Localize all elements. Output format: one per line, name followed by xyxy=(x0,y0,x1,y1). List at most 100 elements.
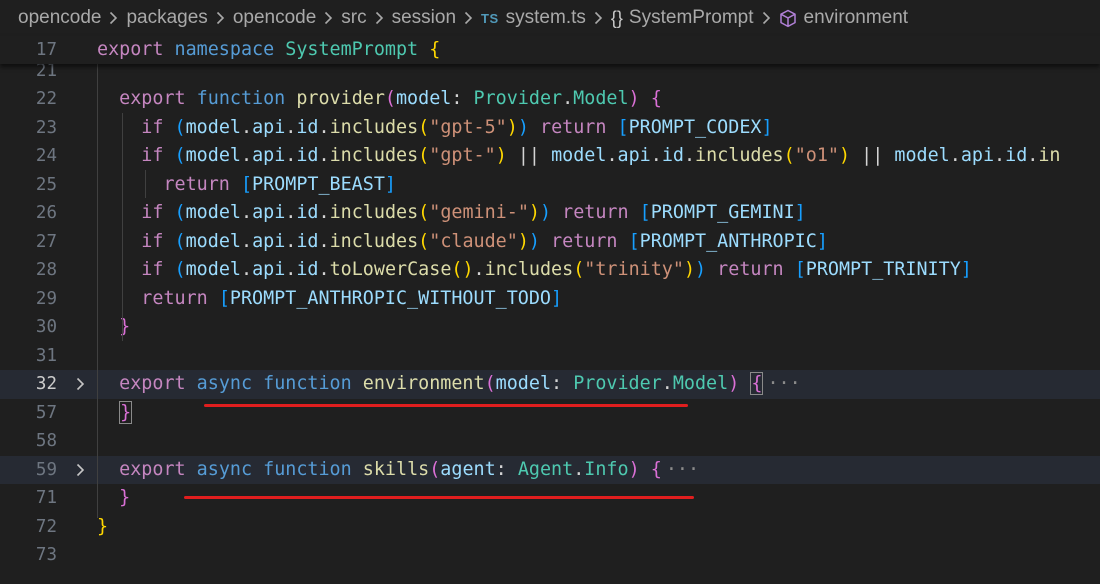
code-token: ) xyxy=(683,259,696,280)
code-text: } xyxy=(97,513,108,542)
code-line[interactable]: 26 if (model.api.id.includes("gemini-"))… xyxy=(0,199,1100,228)
breadcrumb-label: environment xyxy=(803,7,909,28)
line-number: 29 xyxy=(35,288,57,309)
breadcrumb-item[interactable]: opencode xyxy=(18,7,101,29)
code-token: api xyxy=(252,230,286,252)
breadcrumb-item[interactable]: packages xyxy=(126,7,207,29)
code-token: ) xyxy=(695,259,707,280)
breadcrumb-label: opencode xyxy=(232,7,317,28)
code-line[interactable]: 31 xyxy=(0,342,1100,371)
code-line[interactable]: 25 return [PROMPT_BEAST] xyxy=(0,171,1100,200)
code-token: ( xyxy=(174,202,186,223)
code-token: model xyxy=(495,373,552,394)
chevron-right-icon xyxy=(109,11,118,25)
code-line[interactable]: 22 export function provider(model: Provi… xyxy=(0,85,1100,114)
code-line[interactable]: 58 xyxy=(0,427,1100,456)
code-token: toLowerCase xyxy=(329,259,452,280)
code-token: . xyxy=(240,116,253,138)
code-token: agent xyxy=(440,458,496,480)
code-line[interactable]: 73 xyxy=(0,541,1100,570)
code-line[interactable]: 30 } xyxy=(0,313,1100,342)
code-line[interactable]: 29 return [PROMPT_ANTHROPIC_WITHOUT_TODO… xyxy=(0,285,1100,314)
code-token: . xyxy=(285,145,297,166)
code-text: return [PROMPT_BEAST] xyxy=(97,171,396,200)
code-line[interactable]: 23 if (model.api.id.includes("gpt-5")) r… xyxy=(0,114,1100,143)
code-token: async xyxy=(196,458,253,480)
code-token: ) xyxy=(517,230,529,252)
code-token: api xyxy=(960,145,995,166)
code-line[interactable]: 21 xyxy=(0,64,1100,85)
code-line[interactable]: 57 } xyxy=(0,399,1100,428)
code-token: } xyxy=(97,515,109,537)
line-number: 30 xyxy=(35,317,57,337)
code-token: id xyxy=(296,145,319,166)
code-token: ) xyxy=(728,373,740,394)
folded-ellipsis[interactable]: ··· xyxy=(767,373,800,394)
code-token: [ xyxy=(240,173,253,195)
sticky-scroll-header[interactable]: 17 export namespace SystemPrompt { xyxy=(0,36,1100,64)
code-token: . xyxy=(285,230,297,252)
breadcrumb-item[interactable]: {} SystemPrompt xyxy=(611,7,754,29)
code-token: "trinity" xyxy=(584,259,684,280)
chevron-right-icon xyxy=(324,11,333,25)
code-token: includes xyxy=(329,145,419,166)
code-text: if (model.api.id.includes("claude")) ret… xyxy=(97,228,828,257)
indent-guide-provider xyxy=(122,113,123,341)
code-line[interactable]: 59 export async function skills(agent: A… xyxy=(0,455,1100,485)
code-token: ) xyxy=(517,116,529,138)
code-token: . xyxy=(318,116,330,138)
code-line[interactable]: 24 if (model.api.id.includes("gpt-") || … xyxy=(0,142,1100,171)
code-token: model xyxy=(185,145,241,166)
code-token: SystemPrompt xyxy=(285,39,419,60)
code-token: export xyxy=(97,39,164,60)
code-token: ) xyxy=(528,230,540,252)
code-token: api xyxy=(252,116,286,138)
breadcrumb-item[interactable]: session xyxy=(392,7,456,29)
code-token: } xyxy=(119,400,133,424)
code-token: ( xyxy=(484,373,496,394)
code-token: export xyxy=(119,458,186,480)
code-text: } xyxy=(97,313,130,342)
code-editor[interactable]: 73 72} 71 } 59 export async function skills… xyxy=(0,64,1100,584)
code-token: includes xyxy=(329,116,419,138)
code-line[interactable]: 28 if (model.api.id.toLowerCase().includ… xyxy=(0,256,1100,285)
code-text: if (model.api.id.includes("gpt-5")) retu… xyxy=(97,114,772,143)
code-line[interactable]: 32 export async function environment(mod… xyxy=(0,370,1100,399)
code-token: "gemini-" xyxy=(429,202,529,223)
sticky-code-line: export namespace SystemPrompt { xyxy=(97,36,440,64)
code-token: : xyxy=(451,88,474,109)
code-token: function xyxy=(263,458,352,480)
code-token: ] xyxy=(960,259,972,280)
code-token: . xyxy=(318,202,330,223)
code-line[interactable]: 72} xyxy=(0,513,1100,542)
code-token: ( xyxy=(174,145,186,166)
code-token: model xyxy=(185,116,241,138)
breadcrumb-item[interactable]: TS system.ts xyxy=(481,7,586,29)
code-token: . xyxy=(318,145,330,166)
code-token: { xyxy=(750,372,764,395)
code-token: ( xyxy=(384,88,396,109)
code-line[interactable]: 27 if (model.api.id.includes("claude")) … xyxy=(0,228,1100,257)
chevron-right-icon xyxy=(375,11,384,25)
code-token: || xyxy=(506,145,552,166)
fold-chevron-right-icon[interactable] xyxy=(72,370,88,399)
breadcrumb-item[interactable]: environment xyxy=(779,7,909,29)
breadcrumb-item[interactable]: opencode xyxy=(233,7,316,29)
folded-ellipsis[interactable]: ··· xyxy=(666,459,699,480)
breadcrumb-item[interactable]: src xyxy=(341,7,366,29)
fold-chevron-right-icon[interactable] xyxy=(72,456,88,485)
